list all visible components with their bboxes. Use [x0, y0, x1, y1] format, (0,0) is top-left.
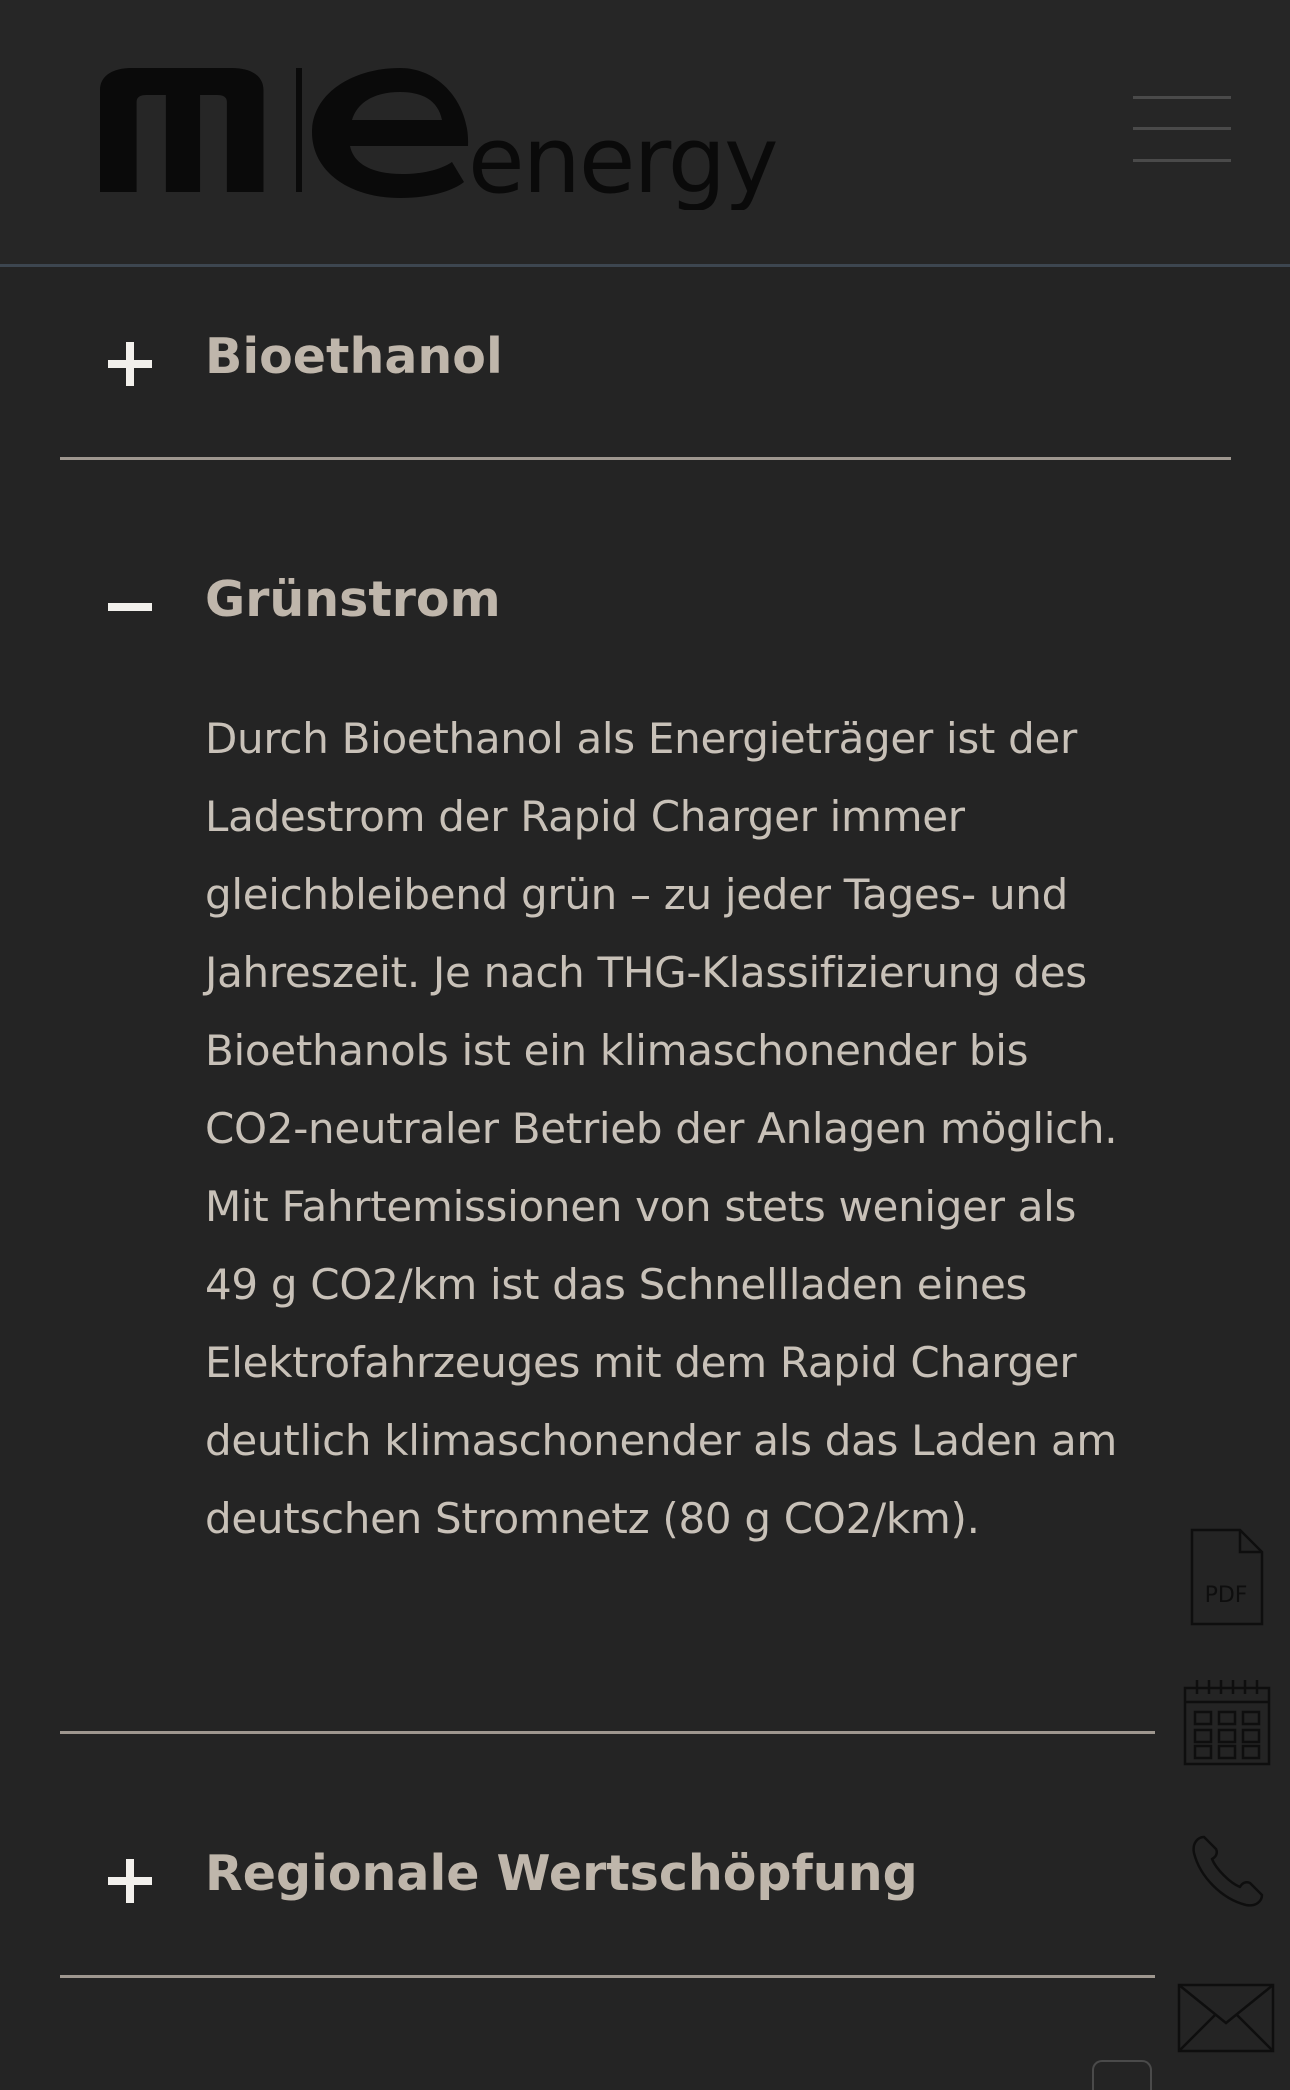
- menu-bar: [1133, 159, 1231, 162]
- plus-icon: [108, 1859, 152, 1903]
- plus-icon: [108, 342, 152, 386]
- site-header: energy: [0, 0, 1290, 267]
- scroll-top-button[interactable]: [1092, 2060, 1152, 2090]
- accordion-item-gruenstrom[interactable]: Grünstrom: [60, 553, 1230, 653]
- minus-icon: [108, 585, 152, 629]
- accordion-divider: [60, 457, 1231, 460]
- accordion-item-regionale-wertschoepfung[interactable]: Regionale Wertschöpfung: [60, 1827, 1155, 1927]
- menu-bar: [1133, 96, 1231, 99]
- accordion-title: Regionale Wertschöpfung: [205, 1845, 918, 1902]
- phone-icon[interactable]: [1190, 1833, 1266, 1909]
- mle-energy-logo[interactable]: energy: [100, 60, 830, 210]
- menu-bar: [1133, 127, 1231, 130]
- accordion-title: Bioethanol: [205, 328, 503, 385]
- calendar-icon[interactable]: [1183, 1680, 1271, 1766]
- accordion-content: Durch Bioethanol als Energieträger ist d…: [205, 714, 1118, 1543]
- accordion-title: Grünstrom: [205, 571, 501, 628]
- pdf-label: PDF: [1205, 1583, 1248, 1608]
- pdf-icon[interactable]: PDF: [1190, 1528, 1264, 1626]
- accordion-item-bioethanol[interactable]: Bioethanol: [60, 310, 1230, 410]
- mail-icon[interactable]: [1177, 1983, 1275, 2053]
- accordion-divider: [60, 1975, 1155, 1978]
- accordion-divider: [60, 1731, 1155, 1734]
- logo-wordmark: energy: [468, 107, 777, 210]
- menu-button[interactable]: [1133, 96, 1231, 162]
